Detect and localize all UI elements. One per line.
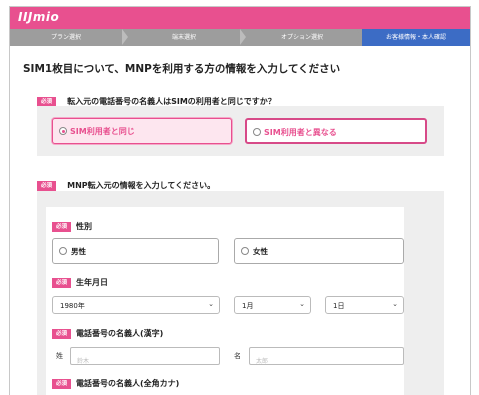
- mnp-form: 必須 性別 男性 女性 必須 生年月日 1980年 ⌄ 1月 ⌄ 1日 ⌄ 必須…: [46, 207, 404, 395]
- select-value: 1日: [333, 302, 345, 310]
- question-text: MNP転入元の情報を入力してください。: [67, 181, 216, 190]
- radio-icon: [253, 128, 261, 136]
- last-name-input[interactable]: [70, 347, 220, 370]
- radio-icon: [59, 247, 67, 255]
- step-plan: プラン選択: [10, 29, 122, 46]
- step-options: オプション選択: [246, 29, 358, 46]
- question-mnp-info: 必須 MNP転入元の情報を入力してください。: [37, 175, 215, 191]
- radio-selected-icon: [59, 127, 67, 135]
- first-name-input[interactable]: [249, 347, 404, 370]
- gender-female-option[interactable]: 女性: [234, 238, 404, 264]
- birth-day-select[interactable]: 1日 ⌄: [325, 296, 404, 314]
- option-label: SIM利用者と異なる: [264, 128, 337, 137]
- step-label: 端末選択: [171, 34, 196, 41]
- chevron-down-icon: ⌄: [392, 300, 398, 308]
- birthdate-label: 生年月日: [76, 278, 109, 287]
- step-device: 端末選択: [128, 29, 240, 46]
- first-name-field[interactable]: [250, 353, 403, 370]
- name-kana-field-label: 必須 電話番号の名義人(全角カナ): [52, 378, 179, 389]
- required-badge: 必須: [52, 221, 72, 232]
- step-label: オプション選択: [280, 34, 323, 41]
- site-header: IIJmio: [10, 7, 470, 29]
- birthdate-field-label: 必須 生年月日: [52, 277, 108, 288]
- birth-year-select[interactable]: 1980年 ⌄: [52, 296, 220, 314]
- name-kana-label: 電話番号の名義人(全角カナ): [76, 379, 180, 388]
- required-badge: 必須: [37, 96, 57, 107]
- required-badge: 必須: [37, 180, 57, 191]
- name-kanji-field-label: 必須 電話番号の名義人(漢字): [52, 328, 163, 339]
- option-label: SIM利用者と同じ: [70, 127, 135, 136]
- iijmio-logo[interactable]: IIJmio: [18, 10, 59, 24]
- mnp-form-panel: 必須 性別 男性 女性 必須 生年月日 1980年 ⌄ 1月 ⌄ 1日 ⌄ 必須…: [37, 191, 444, 395]
- last-name-label: 姓: [56, 352, 63, 360]
- option-label: 女性: [253, 247, 268, 256]
- question-same-holder: 必須 転入元の電話番号の名義人はSIMの利用者と同じですか？: [37, 91, 276, 107]
- gender-male-option[interactable]: 男性: [52, 238, 219, 264]
- chevron-down-icon: ⌄: [208, 300, 214, 308]
- browser-frame: IIJmio プラン選択 端末選択 オプション選択 お客様情報・本人確認 SIM…: [9, 6, 471, 395]
- last-name-field[interactable]: [71, 353, 219, 370]
- radio-icon: [241, 247, 249, 255]
- option-same-as-user[interactable]: SIM利用者と同じ: [52, 118, 232, 144]
- option-label: 男性: [71, 247, 86, 256]
- step-label: プラン選択: [50, 34, 81, 41]
- step-customer-info: お客様情報・本人確認: [362, 29, 470, 46]
- required-badge: 必須: [52, 277, 72, 288]
- progress-steps: プラン選択 端末選択 オプション選択 お客様情報・本人確認: [10, 29, 470, 46]
- required-badge: 必須: [52, 378, 72, 389]
- gender-label: 性別: [76, 222, 93, 231]
- select-value: 1980年: [60, 302, 85, 310]
- step-label: お客様情報・本人確認: [385, 34, 446, 41]
- gender-field-label: 必須 性別: [52, 221, 92, 232]
- name-kanji-label: 電話番号の名義人(漢字): [76, 329, 164, 338]
- birth-month-select[interactable]: 1月 ⌄: [234, 296, 311, 314]
- chevron-down-icon: ⌄: [299, 300, 305, 308]
- select-value: 1月: [242, 302, 254, 310]
- option-different-from-user[interactable]: SIM利用者と異なる: [245, 118, 427, 144]
- first-name-label: 名: [234, 352, 241, 360]
- holder-options-panel: SIM利用者と同じ SIM利用者と異なる: [37, 106, 444, 156]
- page-title: SIM1枚目について、MNPを利用する方の情報を入力してください: [23, 63, 341, 75]
- required-badge: 必須: [52, 328, 72, 339]
